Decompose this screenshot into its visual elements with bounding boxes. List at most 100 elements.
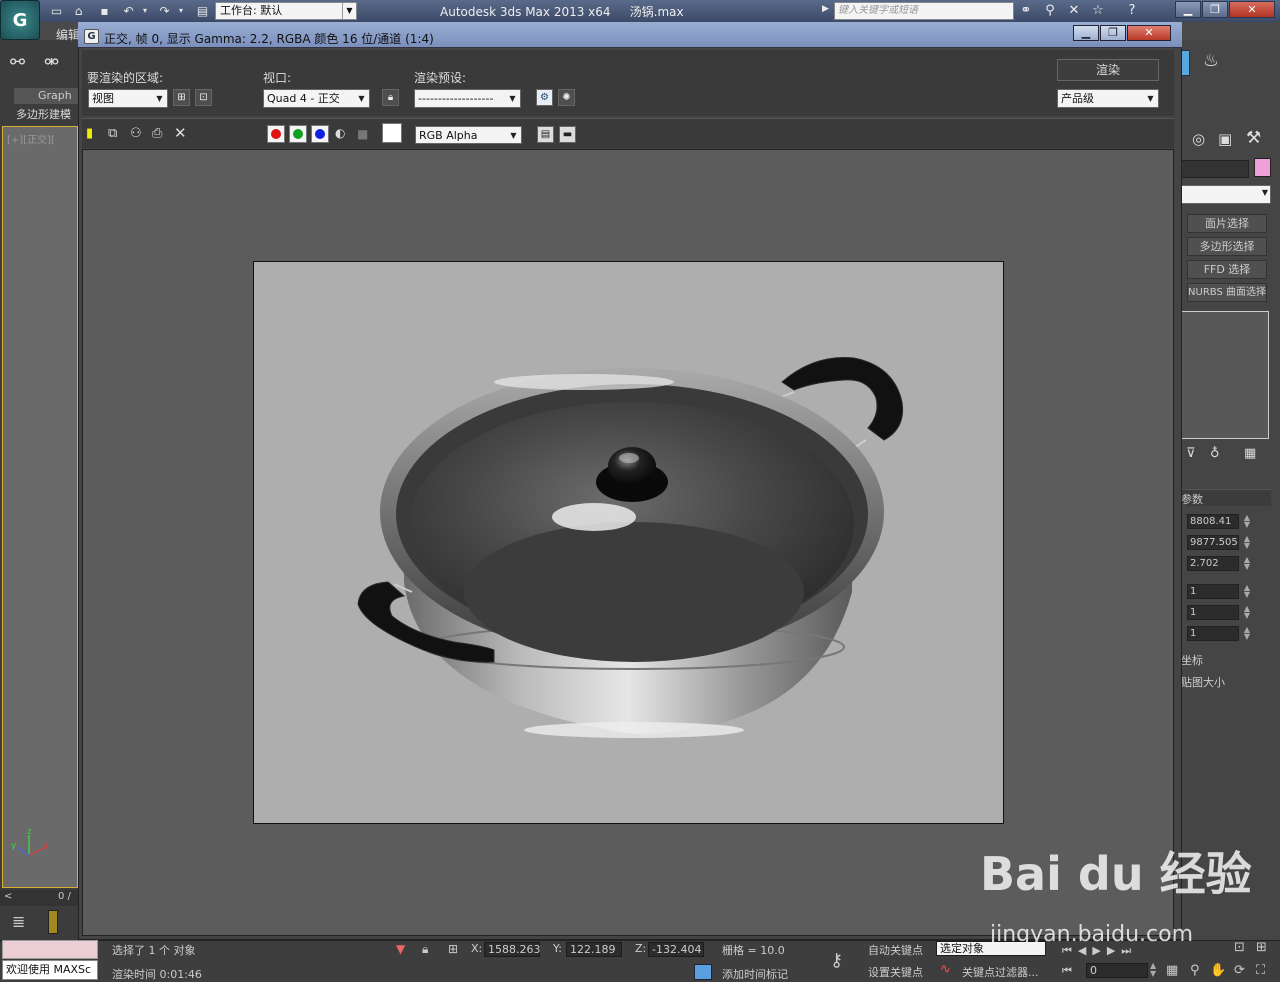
redo-icon[interactable]: ↷ [156, 3, 173, 19]
render-minimize-button[interactable]: ▁ [1073, 25, 1099, 41]
minimize-button[interactable]: ▁ [1175, 1, 1201, 18]
width-spinner[interactable]: 9877.505 [1187, 535, 1239, 550]
spinner-arrows-icon[interactable]: ▲ ▼ [1241, 535, 1253, 550]
maxscript-listener-pink[interactable] [2, 940, 98, 959]
render-restore-button[interactable]: ❐ [1100, 25, 1126, 41]
maxscript-mini-listener[interactable]: 欢迎使用 MAXSc [2, 960, 98, 980]
modifier-stack-list[interactable] [1181, 311, 1269, 439]
clone-window-icon[interactable]: ⚇ [130, 126, 142, 141]
save-file-icon[interactable]: ▪ [96, 3, 113, 19]
project-folder-icon[interactable]: ▤ [194, 3, 211, 19]
lock-viewport-icon[interactable]: 🔒︎ [382, 89, 399, 106]
patch-select-button[interactable]: 面片选择 [1187, 214, 1267, 233]
time-tag-icon[interactable] [694, 964, 712, 980]
area-to-render-dropdown[interactable]: 视图 ▼ [88, 89, 168, 108]
render-setup-icon[interactable]: ⚙ [536, 89, 553, 106]
link-icon[interactable]: ⚯ [10, 52, 25, 73]
redo-dropdown-icon[interactable]: ▾ [176, 3, 186, 19]
pin-stack-icon[interactable]: ⊽ [1186, 446, 1196, 461]
u-tile-spinner[interactable]: 1 [1187, 584, 1239, 599]
render-preset-dropdown[interactable]: ------------------- ▼ [414, 89, 521, 108]
clear-image-icon[interactable]: ✕ [174, 124, 187, 142]
red-channel-toggle[interactable] [267, 125, 285, 143]
show-end-result-icon[interactable]: ♁ [1210, 446, 1220, 461]
environment-effects-icon[interactable]: ✺ [558, 89, 575, 106]
key-icon[interactable]: ⚷ [830, 950, 843, 971]
close-button[interactable]: ✕ [1229, 1, 1275, 18]
open-file-icon[interactable]: ⌂ [70, 3, 87, 19]
production-level-dropdown[interactable]: 产品级 ▼ [1057, 89, 1159, 108]
undo-icon[interactable]: ↶ [120, 3, 137, 19]
auto-region-icon[interactable]: ⊡ [195, 89, 212, 106]
favorites-star-icon[interactable]: ☆ [1089, 3, 1107, 19]
help-icon[interactable]: ? [1123, 3, 1141, 19]
v-tile-spinner[interactable]: 1 [1187, 605, 1239, 620]
viewport-dropdown[interactable]: Quad 4 - 正交 ▼ [263, 89, 370, 108]
utilities-tab-icon[interactable]: ⚒ [1246, 128, 1261, 148]
y-coord-field[interactable]: 122.189 [566, 942, 622, 957]
spinner-arrows-icon[interactable]: ▲ ▼ [1150, 962, 1156, 978]
color-swatch[interactable] [382, 123, 402, 143]
print-image-icon[interactable]: ⎙ [152, 126, 162, 141]
zoom-all-icon[interactable]: ⊞ [1256, 940, 1267, 955]
configure-modifier-sets-icon[interactable]: ▦ [1244, 446, 1256, 461]
height-spinner[interactable]: 2.702 [1187, 556, 1239, 571]
spinner-arrows-icon[interactable]: ▲ ▼ [1241, 514, 1253, 529]
spinner-arrows-icon[interactable]: ▲ ▼ [1241, 556, 1253, 571]
selection-lock-icon[interactable]: 🔒︎ [422, 942, 428, 957]
green-channel-toggle[interactable] [289, 125, 307, 143]
display-tab-icon[interactable]: ▣ [1218, 130, 1232, 148]
copy-image-icon[interactable]: ⧉ [108, 126, 117, 141]
motion-tab-icon[interactable]: ◎ [1192, 130, 1205, 148]
alpha-channel-icon[interactable]: ◐ [335, 126, 345, 140]
communication-center-icon[interactable]: ✕ [1065, 3, 1083, 19]
viewport-label[interactable]: [+][正交][ [7, 131, 55, 146]
monochrome-icon[interactable]: ■ [357, 127, 368, 141]
slider-left-arrow-icon[interactable]: < [4, 891, 12, 902]
parameters-rollout-title[interactable]: 参数 [1181, 491, 1203, 507]
poly-select-button[interactable]: 多边形选择 [1187, 237, 1267, 256]
poly-modeling-tab[interactable]: 多边形建模 [14, 106, 78, 122]
time-config-icon[interactable]: ▦ [1166, 963, 1178, 978]
new-file-icon[interactable]: ▭ [48, 3, 65, 19]
isolate-selection-icon[interactable]: ▼ [396, 942, 405, 956]
zoom-icon[interactable]: ⚲ [1190, 963, 1200, 978]
unlink-icon[interactable]: ⚮ [44, 52, 59, 73]
binoculars-icon[interactable]: ⚭ [1017, 3, 1035, 19]
spinner-arrows-icon[interactable]: ▲ ▼ [1241, 584, 1253, 599]
absolute-mode-icon[interactable]: ⊞ [448, 942, 458, 956]
render-close-button[interactable]: ✕ [1127, 25, 1171, 41]
application-menu-button[interactable]: G [0, 0, 40, 40]
time-slider[interactable]: < 0 / [0, 890, 78, 906]
key-filters-button[interactable]: 关键点过滤器... [962, 964, 1039, 980]
z-coord-field[interactable]: -132.404 [648, 942, 704, 957]
add-time-tag[interactable]: 添加时间标记 [722, 966, 788, 982]
render-button[interactable]: 渲染 [1057, 59, 1159, 81]
x-coord-field[interactable]: 1588.263 [484, 942, 541, 957]
search-expand-icon[interactable]: ▶ [822, 4, 829, 14]
auto-key-button[interactable]: 自动关键点 [868, 942, 923, 958]
maximize-viewport-icon[interactable]: ⛶ [1256, 963, 1265, 978]
key-mode-icon[interactable]: ⏮ [1062, 964, 1072, 978]
layer-manager-icon[interactable]: ≣ [12, 912, 25, 931]
orbit-icon[interactable]: ⟳ [1234, 963, 1245, 978]
modifier-list-dropdown[interactable]: ▼ [1181, 185, 1271, 204]
search-input[interactable]: 键入关键字或短语 [834, 2, 1014, 20]
nurbs-select-button[interactable]: NURBS 曲面选择 [1187, 283, 1267, 302]
edit-region-icon[interactable]: ⊞ [173, 89, 190, 106]
w-tile-spinner[interactable]: 1 [1187, 626, 1239, 641]
save-image-icon[interactable]: ▮ [86, 126, 93, 141]
undo-dropdown-icon[interactable]: ▾ [140, 3, 150, 19]
edit-menu[interactable]: 编辑 [56, 26, 80, 43]
left-viewport[interactable]: [+][正交][ z x y [2, 126, 78, 888]
zoom-extents-icon[interactable]: ⊡ [1234, 940, 1245, 955]
current-frame-field[interactable]: 0 [1086, 963, 1148, 978]
blue-channel-toggle[interactable] [311, 125, 329, 143]
spinner-arrows-icon[interactable]: ▲ ▼ [1241, 605, 1253, 620]
graphite-tab[interactable]: Graph [14, 88, 78, 104]
pan-hand-icon[interactable]: ✋ [1210, 963, 1226, 978]
object-color-swatch[interactable] [1254, 158, 1271, 177]
toggle-ui-overlay-icon[interactable]: ▤ [537, 126, 554, 143]
toggle-ui-icon[interactable]: ▬ [559, 126, 576, 143]
teapot-icon[interactable]: ♨ [1196, 50, 1226, 78]
